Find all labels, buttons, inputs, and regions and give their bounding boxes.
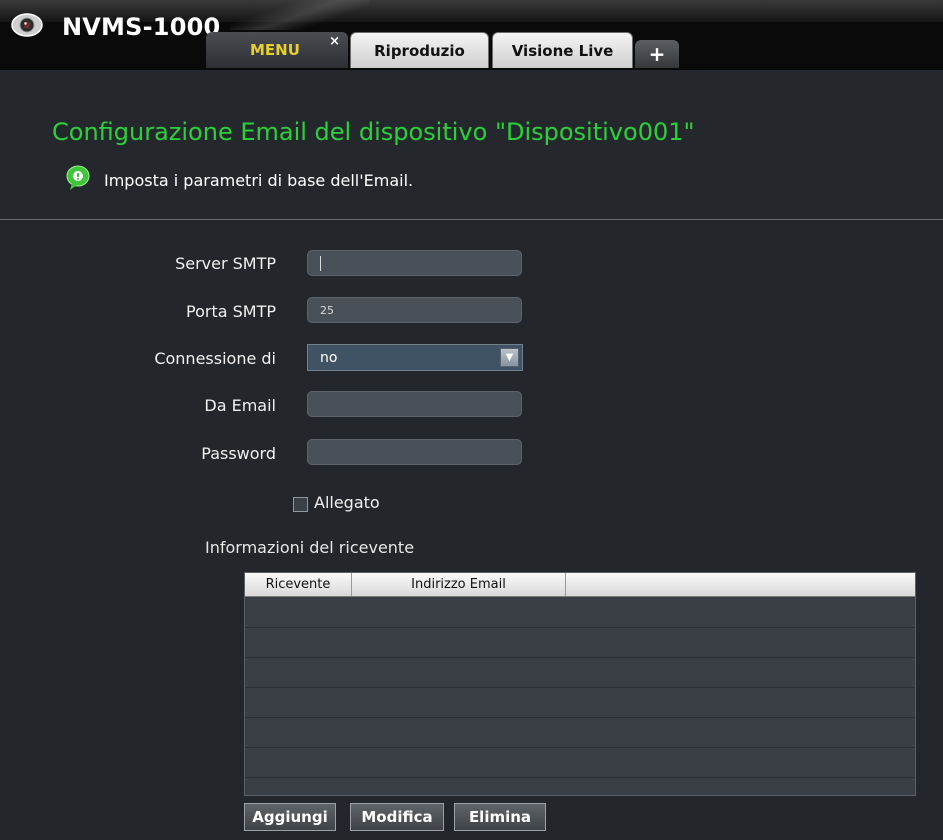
recipients-section-label: Informazioni del ricevente [205, 538, 415, 557]
smtp-port-input[interactable]: 25 [307, 297, 522, 323]
recipients-table[interactable]: Ricevente Indirizzo Email [244, 572, 916, 796]
table-row-divider [245, 717, 915, 718]
column-header-email[interactable]: Indirizzo Email [352, 573, 566, 596]
title-bar-decoration [230, 0, 370, 30]
column-header-recipient[interactable]: Ricevente [245, 573, 352, 596]
webcam-icon [11, 13, 43, 37]
attachment-label[interactable]: Allegato [314, 493, 380, 512]
table-row-divider [245, 687, 915, 688]
smtp-port-value: 25 [320, 303, 334, 317]
text-cursor [320, 256, 321, 271]
smtp-port-label: Porta SMTP [186, 302, 276, 321]
connection-label: Connessione di [154, 349, 276, 368]
attachment-checkbox[interactable] [293, 497, 308, 512]
from-email-input[interactable] [307, 391, 522, 417]
table-row-divider [245, 627, 915, 628]
close-icon[interactable]: × [329, 34, 340, 49]
password-label: Password [201, 444, 276, 463]
title-bar: NVMS-1000 MENU × Riproduzio Visione Live… [0, 0, 943, 70]
from-email-label: Da Email [204, 396, 276, 415]
table-header: Ricevente Indirizzo Email [245, 573, 915, 597]
tab-riproduzione[interactable]: Riproduzio [350, 32, 489, 68]
page-title: Configurazione Email del dispositivo "Di… [52, 118, 695, 146]
add-button[interactable]: Aggiungi [244, 803, 336, 831]
table-row-divider [245, 747, 915, 748]
tab-menu[interactable]: MENU × [206, 32, 348, 68]
app-title: NVMS-1000 [62, 13, 221, 41]
connection-select[interactable]: no ▼ [307, 344, 523, 371]
edit-button[interactable]: Modifica [350, 803, 444, 831]
connection-value: no [320, 349, 338, 366]
tab-visione-live[interactable]: Visione Live [492, 32, 633, 68]
chevron-down-icon[interactable]: ▼ [500, 348, 519, 367]
smtp-server-label: Server SMTP [175, 254, 276, 273]
page-subtitle: Imposta i parametri di base dell'Email. [104, 171, 414, 190]
table-row-divider [245, 777, 915, 778]
tab-menu-label: MENU [250, 41, 300, 59]
header-divider [0, 219, 943, 220]
smtp-server-input[interactable] [307, 250, 522, 276]
info-bubble-icon [66, 165, 90, 190]
table-row-divider [245, 657, 915, 658]
delete-button[interactable]: Elimina [454, 803, 546, 831]
password-input[interactable] [307, 439, 522, 465]
add-tab-button[interactable]: + [635, 40, 679, 68]
